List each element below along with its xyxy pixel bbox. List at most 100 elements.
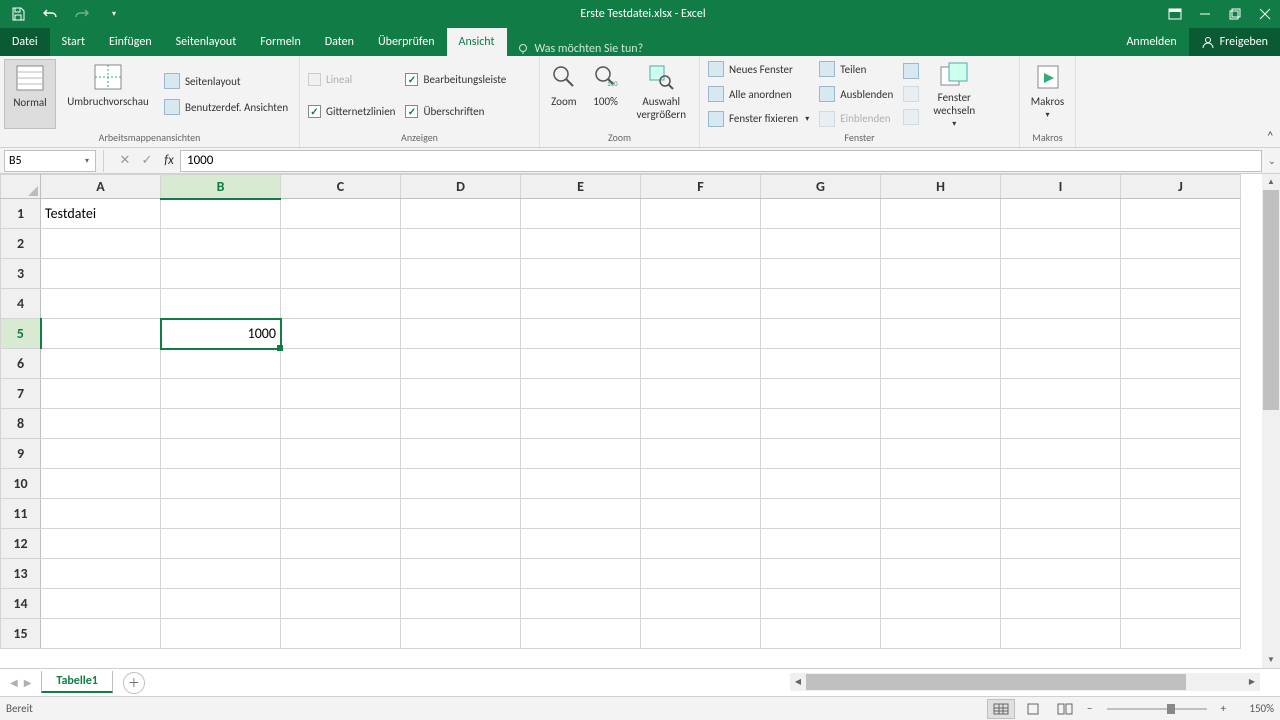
cell[interactable] (521, 469, 641, 499)
formulabar-checkbox[interactable]: Bearbeitungsleiste (401, 68, 510, 90)
cell[interactable] (881, 259, 1001, 289)
cell[interactable] (41, 409, 161, 439)
cell[interactable] (761, 229, 881, 259)
cell[interactable] (1001, 409, 1121, 439)
cell[interactable] (41, 469, 161, 499)
cell[interactable] (281, 529, 401, 559)
column-header[interactable]: E (521, 175, 641, 199)
cell[interactable] (761, 559, 881, 589)
cell[interactable] (881, 409, 1001, 439)
cell[interactable] (521, 349, 641, 379)
page-layout-toggle[interactable] (1019, 699, 1047, 719)
column-header[interactable]: A (41, 175, 161, 199)
select-all-corner[interactable] (1, 175, 41, 199)
cell[interactable] (881, 439, 1001, 469)
tab-view[interactable]: Ansicht (447, 28, 507, 56)
macros-button[interactable]: Makros▾ (1024, 59, 1071, 129)
cell[interactable] (521, 619, 641, 649)
cell[interactable] (521, 559, 641, 589)
column-header[interactable]: J (1121, 175, 1241, 199)
hscroll-thumb[interactable] (806, 674, 1186, 690)
cell[interactable] (1121, 199, 1241, 229)
cell[interactable]: 1000 (161, 319, 281, 349)
cell[interactable] (1001, 319, 1121, 349)
signin-button[interactable]: Anmelden (1114, 28, 1188, 56)
maximize-button[interactable] (1220, 0, 1250, 28)
column-header[interactable]: B (161, 175, 281, 199)
cell[interactable] (401, 349, 521, 379)
row-header[interactable]: 4 (1, 289, 41, 319)
cell[interactable] (401, 199, 521, 229)
cell[interactable] (41, 229, 161, 259)
cell[interactable] (1121, 619, 1241, 649)
cell[interactable] (881, 589, 1001, 619)
cell[interactable] (281, 469, 401, 499)
cell[interactable] (281, 439, 401, 469)
cell[interactable] (401, 409, 521, 439)
sync-scroll-button[interactable] (899, 60, 923, 82)
scroll-up-button[interactable]: ▲ (1263, 174, 1279, 190)
zoom-100-button[interactable]: 100 100% (586, 59, 626, 129)
cell[interactable] (281, 319, 401, 349)
zoom-slider[interactable] (1107, 708, 1207, 710)
cell[interactable] (761, 349, 881, 379)
cell[interactable] (761, 499, 881, 529)
sheet-nav[interactable]: ◀▶ (0, 676, 41, 689)
row-header[interactable]: 13 (1, 559, 41, 589)
cell[interactable] (41, 349, 161, 379)
sheet-prev-icon[interactable]: ◀ (10, 676, 18, 689)
tab-data[interactable]: Daten (313, 28, 366, 56)
headings-checkbox[interactable]: Überschriften (401, 100, 510, 122)
cell[interactable] (641, 409, 761, 439)
cell[interactable] (401, 229, 521, 259)
undo-button[interactable] (38, 2, 62, 26)
switch-windows-button[interactable]: Fenster wechseln▾ (925, 59, 983, 129)
row-header[interactable]: 6 (1, 349, 41, 379)
cell[interactable] (401, 559, 521, 589)
close-button[interactable] (1250, 0, 1280, 28)
cell[interactable] (401, 379, 521, 409)
tab-formulas[interactable]: Formeln (248, 28, 312, 56)
zoom-button[interactable]: Zoom (544, 59, 584, 129)
cell[interactable] (1001, 229, 1121, 259)
cell[interactable] (881, 349, 1001, 379)
cell[interactable] (1001, 589, 1121, 619)
cell[interactable] (281, 379, 401, 409)
cell[interactable] (161, 349, 281, 379)
cell[interactable] (881, 289, 1001, 319)
cell[interactable] (1121, 229, 1241, 259)
tab-insert[interactable]: Einfügen (97, 28, 164, 56)
cell[interactable] (1001, 499, 1121, 529)
cell[interactable] (41, 619, 161, 649)
vscroll-track[interactable] (1263, 190, 1279, 652)
cell[interactable] (401, 499, 521, 529)
row-header[interactable]: 10 (1, 469, 41, 499)
cell[interactable] (521, 259, 641, 289)
vscroll-thumb[interactable] (1263, 190, 1279, 410)
minimize-button[interactable] (1190, 0, 1220, 28)
cell[interactable] (521, 439, 641, 469)
zoom-percentage[interactable]: 150% (1234, 702, 1274, 715)
cell[interactable] (1001, 439, 1121, 469)
cell[interactable] (401, 619, 521, 649)
scroll-left-button[interactable]: ◀ (790, 674, 806, 690)
cell[interactable] (641, 529, 761, 559)
cell[interactable] (401, 319, 521, 349)
cell[interactable] (881, 529, 1001, 559)
cell[interactable] (161, 229, 281, 259)
cell[interactable] (1001, 349, 1121, 379)
tab-start[interactable]: Start (50, 28, 97, 56)
qat-customize[interactable]: ▾ (102, 2, 126, 26)
view-custom-button[interactable]: Benutzerdef. Ansichten (160, 96, 292, 118)
cell[interactable] (161, 379, 281, 409)
cell[interactable] (641, 469, 761, 499)
cell[interactable] (641, 349, 761, 379)
formula-input[interactable]: 1000 (180, 150, 1262, 172)
zoom-in-button[interactable]: + (1217, 702, 1230, 715)
row-header[interactable]: 3 (1, 259, 41, 289)
column-header[interactable]: H (881, 175, 1001, 199)
cell[interactable] (881, 379, 1001, 409)
cell[interactable] (1121, 319, 1241, 349)
cell[interactable] (641, 229, 761, 259)
cell[interactable] (1001, 379, 1121, 409)
